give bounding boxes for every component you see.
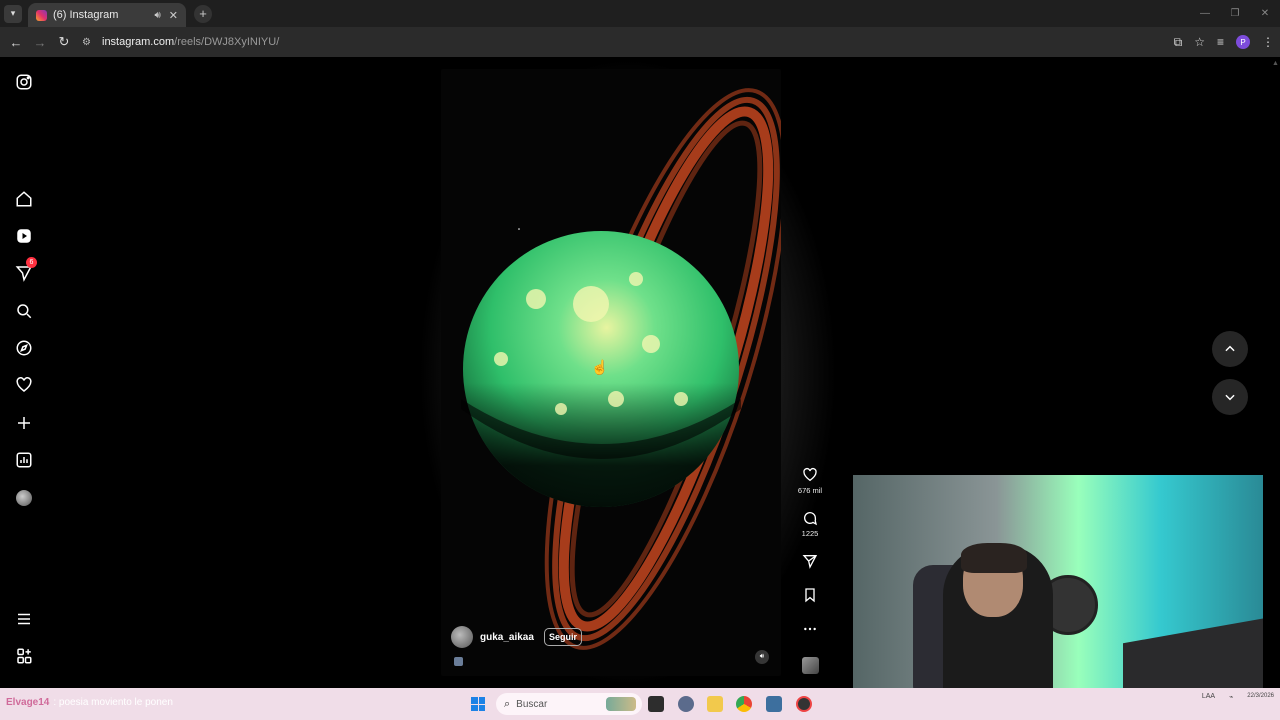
tab-audio-icon[interactable]: 🔊︎ — [154, 10, 160, 21]
minimize-button[interactable]: — — [1190, 0, 1220, 27]
desk — [1123, 616, 1263, 688]
audio-thumbnail — [801, 657, 819, 674]
heart-icon[interactable] — [14, 375, 34, 395]
site-info-icon[interactable]: ⚙ — [82, 37, 96, 48]
more-menu-icon[interactable] — [14, 609, 34, 629]
taskbar-search-placeholder: Buscar — [516, 698, 548, 710]
chat-username: Elvage14 — [6, 697, 50, 708]
more-dots-icon — [804, 627, 816, 631]
share-icon — [802, 555, 818, 569]
forward-button[interactable]: → — [28, 35, 52, 50]
chat-message: : poesia moviento le ponen — [53, 697, 173, 708]
planet-scene — [441, 69, 781, 676]
messages-icon[interactable]: 6 — [14, 257, 37, 283]
task-view-icon[interactable] — [648, 696, 664, 712]
previous-reel-button[interactable] — [1212, 331, 1248, 367]
audio-attribution-icon[interactable] — [454, 657, 463, 666]
close-window-button[interactable]: ✕ — [1250, 0, 1280, 27]
reels-icon[interactable] — [14, 226, 34, 246]
streamer-hair — [961, 543, 1027, 573]
author-avatar[interactable] — [451, 626, 473, 648]
chrome-icon[interactable] — [736, 696, 752, 712]
chevron-down-icon — [1225, 394, 1235, 401]
volume-icon[interactable]: 🔊︎ — [755, 650, 769, 664]
reload-button[interactable]: ↻ — [52, 34, 76, 50]
obs-icon[interactable] — [796, 696, 812, 712]
back-button[interactable]: ← — [4, 35, 28, 50]
heart-icon — [803, 467, 817, 482]
url-host: instagram.com — [102, 36, 175, 48]
keyboard-language[interactable]: LAA — [1202, 693, 1215, 700]
tab-close-icon[interactable]: ✕ — [169, 9, 178, 22]
windows-start-icon[interactable] — [471, 697, 485, 711]
comment-count: 1225 — [801, 529, 819, 538]
file-explorer-icon[interactable] — [707, 696, 723, 712]
chat-ticker: Elvage14: poesia moviento le ponen — [6, 697, 173, 708]
streamer-webcam-overlay — [853, 475, 1263, 688]
tab-title: (6) Instagram — [53, 9, 119, 21]
new-tab-button[interactable]: + — [194, 4, 212, 23]
insights-chart-icon[interactable] — [14, 450, 34, 470]
app-window-icon[interactable] — [766, 696, 782, 712]
like-button[interactable]: 676 mil — [794, 467, 826, 495]
save-button[interactable] — [794, 587, 826, 603]
original-audio-button[interactable] — [794, 657, 826, 674]
also-from-meta-icon[interactable] — [14, 646, 34, 666]
home-icon[interactable] — [14, 189, 34, 209]
search-icon: ⌕ — [504, 697, 511, 710]
browser-tabbar: ▾ (6) Instagram 🔊︎ ✕ + — ❐ ✕ — [0, 0, 1280, 27]
window-controls: — ❐ ✕ — [1190, 0, 1280, 27]
system-date[interactable]: 22/3/2026 — [1247, 692, 1274, 701]
media-controls-icon[interactable]: ≡ — [1217, 35, 1224, 49]
system-tray: LAA ⌁ 22/3/2026 — [1202, 692, 1274, 701]
search-icon[interactable] — [14, 301, 34, 321]
url-path: /reels/DWJ8XyINIYU/ — [174, 36, 280, 48]
comment-button[interactable]: 1225 — [794, 510, 826, 538]
install-app-icon[interactable]: ⧉ — [1174, 35, 1183, 50]
address-bar[interactable]: ⚙ instagram.com/reels/DWJ8XyINIYU/ — [82, 30, 1147, 54]
bookmark-icon — [805, 588, 815, 603]
instagram-favicon-icon — [36, 9, 47, 21]
more-options-button[interactable] — [794, 621, 826, 637]
page-scrollbar[interactable]: ▲ — [1272, 60, 1279, 70]
windows-taskbar: Elvage14: poesia moviento le ponen ⌕ Bus… — [0, 688, 1280, 720]
network-icon[interactable]: ⌁ — [1229, 693, 1233, 701]
like-count: 676 mil — [797, 486, 823, 495]
browser-menu-icon[interactable]: ⋮ — [1262, 35, 1274, 49]
reel-author: guka_aikaa Seguir — [451, 626, 582, 648]
bookmark-star-icon[interactable]: ☆ — [1194, 35, 1205, 49]
reel-video[interactable]: ☝ guka_aikaa Seguir 🔊︎ — [441, 69, 781, 676]
author-username[interactable]: guka_aikaa — [480, 632, 534, 643]
instagram-logo-icon[interactable] — [14, 72, 34, 92]
chevron-up-icon — [1225, 345, 1235, 352]
search-highlight-image — [606, 697, 636, 711]
browser-tab[interactable]: (6) Instagram 🔊︎ ✕ — [28, 3, 186, 27]
create-plus-icon[interactable] — [14, 413, 34, 433]
next-reel-button[interactable] — [1212, 379, 1248, 415]
profile-avatar[interactable]: P — [1236, 35, 1250, 49]
instagram-reels-page: 6 ▲ ☝ guka_aikaa Seguir 🔊︎ 676 mil 1225 — [0, 57, 1280, 688]
explore-compass-icon[interactable] — [14, 338, 34, 358]
tab-search-button[interactable]: ▾ — [4, 4, 22, 23]
hand-cursor-icon: ☝ — [591, 359, 609, 375]
notifications-badge: 6 — [26, 257, 37, 268]
profile-avatar[interactable] — [14, 488, 34, 508]
sidebar: 6 — [0, 57, 48, 688]
maximize-button[interactable]: ❐ — [1220, 0, 1250, 27]
taskbar-search[interactable]: ⌕ Buscar — [496, 693, 642, 715]
comment-icon — [804, 512, 817, 526]
follow-button[interactable]: Seguir — [543, 628, 582, 646]
settings-gear-icon[interactable] — [678, 696, 694, 712]
share-button[interactable] — [794, 553, 826, 569]
profile-picture — [16, 490, 32, 506]
browser-toolbar: ← → ↻ ⚙ instagram.com/reels/DWJ8XyINIYU/… — [0, 27, 1280, 57]
